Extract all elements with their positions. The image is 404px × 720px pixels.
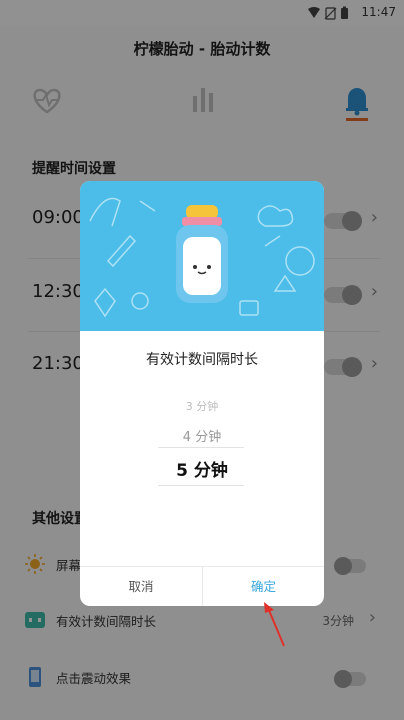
cancel-button[interactable]: 取消 [80, 567, 202, 606]
baby-bottle-illustration [89, 197, 315, 318]
picker-divider [158, 447, 244, 448]
picker-divider [158, 485, 244, 486]
bottle-nipple [186, 205, 218, 219]
picker-option[interactable]: 3 分钟 [80, 398, 324, 414]
dialog-title: 有效计数间隔时长 [146, 352, 258, 368]
dialog-banner [80, 181, 324, 331]
pointer-arrow-icon [264, 602, 285, 647]
picker-option[interactable]: 4 分钟 [80, 426, 324, 445]
picker-selected-option[interactable]: 5 分钟 [80, 456, 324, 481]
number-picker[interactable]: 3 分钟 4 分钟 5 分钟 [80, 386, 324, 496]
interval-picker-dialog: 有效计数间隔时长 3 分钟 4 分钟 5 分钟 取消 确定 [80, 181, 324, 606]
bottle-ring [182, 217, 222, 226]
